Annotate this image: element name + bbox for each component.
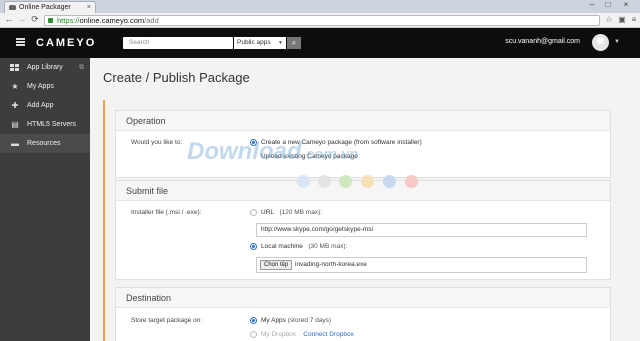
sidebar-item-resources[interactable]: ▬ Resources bbox=[0, 134, 90, 153]
chevron-down-icon: ▼ bbox=[278, 40, 283, 46]
my-dropbox-label: My Dropbox bbox=[261, 331, 297, 338]
installer-file-label: Installer file (.msi / .exe): bbox=[131, 209, 202, 216]
browser-tabstrip: Online Packager × – □ × bbox=[0, 0, 640, 13]
my-dropbox-option[interactable]: My Dropbox Connect Dropbox bbox=[261, 331, 354, 338]
watermark-dot bbox=[361, 175, 374, 188]
app-header: CAMEYO Search Public apps ▼ ⌕ scu.vananh… bbox=[0, 28, 640, 58]
url-radio[interactable] bbox=[250, 209, 257, 216]
forward-icon[interactable]: → bbox=[16, 14, 28, 24]
user-email[interactable]: scu.vananh@gmail.com bbox=[505, 38, 580, 45]
favicon-icon bbox=[9, 5, 16, 10]
watermark-dots bbox=[297, 175, 427, 189]
bookmark-star-icon[interactable]: ☆ bbox=[604, 15, 614, 24]
watermark-suffix: .com.vn bbox=[301, 146, 359, 163]
search-input[interactable]: Search bbox=[123, 37, 233, 49]
my-apps-label: My Apps bbox=[261, 317, 286, 324]
back-icon[interactable]: ← bbox=[3, 14, 15, 24]
watermark: Download.com.vn bbox=[187, 138, 358, 166]
watermark-dot bbox=[383, 175, 396, 188]
local-machine-option[interactable]: Local machine (30 MB max): bbox=[261, 243, 347, 250]
hamburger-menu-icon[interactable] bbox=[16, 38, 25, 46]
watermark-text: Download bbox=[187, 138, 302, 165]
user-menu-caret-icon[interactable]: ▼ bbox=[614, 39, 620, 45]
folder-icon: ▬ bbox=[11, 139, 19, 148]
external-link-icon[interactable]: ⧉ bbox=[79, 58, 84, 77]
page-action-icon[interactable]: ▣ bbox=[617, 15, 627, 24]
browser-toolbar: ← → ⟳ https://online.cameyo.com/add ☆ ▣ … bbox=[0, 13, 640, 28]
my-apps-note: (stored 7 days) bbox=[287, 317, 332, 324]
url-option[interactable]: URL (120 MB max): bbox=[261, 209, 322, 216]
local-machine-radio[interactable] bbox=[250, 243, 257, 250]
watermark-dot bbox=[297, 175, 310, 188]
sidebar-item-label: Add App bbox=[27, 102, 54, 109]
search-category-label: Public apps bbox=[237, 39, 271, 46]
sidebar-item-add-app[interactable]: ✚ Add App bbox=[0, 96, 90, 115]
my-apps-option[interactable]: My Apps (stored 7 days) bbox=[261, 317, 331, 324]
server-icon: ▤ bbox=[11, 120, 19, 129]
sidebar-item-label: HTML5 Servers bbox=[27, 121, 77, 128]
url-input[interactable]: http://www.skype.com/go/getskype-msi bbox=[256, 223, 587, 237]
choose-file-button[interactable]: Chọn tệp bbox=[260, 260, 293, 270]
connect-dropbox-link[interactable]: Connect Dropbox bbox=[303, 331, 354, 338]
local-machine-note: (30 MB max): bbox=[308, 243, 348, 250]
tab-close-icon[interactable]: × bbox=[87, 2, 91, 13]
plus-icon: ✚ bbox=[11, 101, 19, 110]
my-apps-radio[interactable] bbox=[250, 317, 257, 324]
search-category-select[interactable]: Public apps ▼ bbox=[234, 37, 286, 49]
star-icon: ★ bbox=[11, 82, 19, 91]
my-dropbox-radio[interactable] bbox=[250, 331, 257, 338]
url-option-note: (120 MB max): bbox=[279, 209, 323, 216]
sidebar-item-label: My Apps bbox=[27, 83, 54, 90]
watermark-dot bbox=[339, 175, 352, 188]
browser-tab[interactable]: Online Packager × bbox=[4, 1, 96, 13]
sidebar-item-my-apps[interactable]: ★ My Apps bbox=[0, 77, 90, 96]
reload-icon[interactable]: ⟳ bbox=[29, 14, 41, 25]
grid-icon bbox=[10, 64, 19, 71]
selected-file-name: invading-north-korea.exe bbox=[295, 261, 367, 268]
sidebar-item-label: App Library bbox=[27, 64, 63, 71]
sidebar-item-html5-servers[interactable]: ▤ HTML5 Servers bbox=[0, 115, 90, 134]
watermark-dot bbox=[405, 175, 418, 188]
maximize-icon[interactable]: □ bbox=[601, 0, 615, 11]
operation-heading: Operation bbox=[116, 111, 610, 131]
store-target-label: Store target package on: bbox=[131, 317, 203, 324]
cameyo-logo[interactable]: CAMEYO bbox=[36, 37, 96, 49]
submit-file-card: Submit file Installer file (.msi / .exe)… bbox=[115, 180, 611, 280]
destination-card: Destination Store target package on: My … bbox=[115, 287, 611, 341]
sidebar-item-label: Resources bbox=[27, 140, 61, 147]
url-host: online.cameyo.com bbox=[79, 16, 145, 25]
tab-title: Online Packager bbox=[19, 4, 71, 11]
operation-label: Would you like to: bbox=[131, 139, 183, 146]
minimize-icon[interactable]: – bbox=[585, 0, 599, 11]
address-bar[interactable]: https://online.cameyo.com/add bbox=[44, 15, 600, 26]
sidebar: App Library ⧉ ★ My Apps ✚ Add App ▤ HTML… bbox=[0, 58, 90, 341]
main-content: Create / Publish Package Operation Would… bbox=[90, 58, 640, 341]
file-picker: Chọn tệp invading-north-korea.exe bbox=[256, 257, 587, 273]
sidebar-item-app-library[interactable]: App Library ⧉ bbox=[0, 58, 90, 77]
window-close-icon[interactable]: × bbox=[619, 0, 633, 11]
search-icon[interactable]: ⌕ bbox=[287, 37, 301, 49]
browser-menu-icon[interactable]: ≡ bbox=[629, 15, 639, 24]
destination-heading: Destination bbox=[116, 288, 610, 308]
watermark-dot bbox=[318, 175, 331, 188]
url-scheme: https:// bbox=[57, 16, 80, 25]
avatar[interactable] bbox=[592, 34, 609, 51]
local-machine-label: Local machine bbox=[261, 243, 303, 250]
lock-icon bbox=[48, 18, 53, 23]
url-option-label: URL bbox=[261, 209, 275, 216]
accent-bar bbox=[103, 100, 105, 341]
page-title: Create / Publish Package bbox=[103, 70, 250, 85]
url-path: /add bbox=[144, 16, 159, 25]
